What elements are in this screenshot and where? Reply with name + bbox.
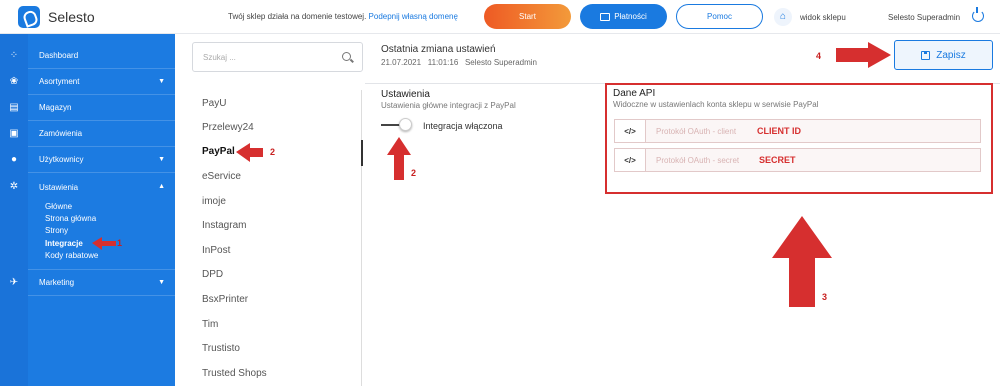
integration-item-imoje[interactable]: imoje	[202, 196, 226, 207]
toggle-knob	[399, 118, 412, 131]
logout-icon[interactable]	[972, 7, 984, 22]
integration-item-dpd[interactable]: DPD	[202, 269, 223, 280]
payments-button[interactable]: Płatności	[580, 4, 667, 29]
sidebar-item-marketing[interactable]: Marketing ▼	[28, 270, 175, 296]
home-icon[interactable]: ⌂	[774, 8, 792, 26]
warehouse-icon[interactable]: ▤	[8, 102, 20, 114]
dashboard-icon[interactable]: ⁘	[8, 50, 20, 62]
chevron-down-icon: ▼	[158, 156, 165, 163]
annotation-arrow-2a	[236, 143, 263, 162]
integration-item-payu[interactable]: PayU	[202, 98, 226, 109]
sidebar-item-settings[interactable]: Ustawienia ▲	[28, 174, 175, 200]
integration-enabled-toggle[interactable]	[381, 118, 412, 131]
test-domain-notice: Twój sklep działa na domenie testowej. P…	[228, 12, 458, 21]
integration-item-paypal[interactable]: PayPal	[202, 146, 235, 157]
users-icon[interactable]: ●	[8, 154, 20, 166]
integration-item-eservice[interactable]: eService	[202, 171, 241, 182]
selesto-logo-icon	[18, 6, 40, 28]
client-id-placeholder: Protokół OAuth - client	[656, 127, 737, 136]
sidebar-item-orders[interactable]: Zamówienia	[28, 121, 175, 147]
integration-item-bsxprinter[interactable]: BsxPrinter	[202, 294, 248, 305]
secret-placeholder: Protokół OAuth - secret	[656, 156, 740, 165]
annotation-arrow-2b	[387, 137, 411, 180]
code-icon: </>	[615, 149, 646, 171]
integration-item-trustisto[interactable]: Trustisto	[202, 343, 240, 354]
sidebar-icon-bar: ⁘ ❀ ▤ ▣ ● ✲ ✈	[0, 34, 28, 386]
annotation-number-3: 3	[822, 292, 828, 302]
annotation-number-2a: 2	[270, 147, 276, 157]
connect-domain-link[interactable]: Podepnij własną domenę	[369, 12, 458, 21]
annotation-number-4: 4	[816, 51, 822, 61]
last-change-date: 21.07.2021	[381, 58, 422, 67]
sidebar-subitem-pages[interactable]: Strony	[45, 226, 68, 235]
sidebar-item-label: Dashboard	[39, 51, 79, 60]
assortment-icon[interactable]: ❀	[8, 76, 20, 88]
integration-item-tim[interactable]: Tim	[202, 319, 218, 330]
list-divider	[361, 90, 362, 386]
active-integration-indicator	[361, 140, 363, 166]
chevron-down-icon: ▼	[158, 78, 165, 85]
sidebar: Dashboard Asortyment ▼ Magazyn Zamówieni…	[28, 34, 175, 386]
marketing-icon[interactable]: ✈	[8, 277, 20, 289]
settings-title: Ustawienia	[381, 89, 430, 100]
orders-icon[interactable]: ▣	[8, 128, 20, 140]
secret-field[interactable]: </> Protokół OAuth - secret	[614, 148, 981, 172]
help-button[interactable]: Pomoc	[676, 4, 763, 29]
search-placeholder: Szukaj ...	[203, 53, 236, 62]
last-change-title: Ostatnia zmiana ustawień	[381, 44, 496, 55]
settings-subtitle: Ustawienia główne integracji z PayPal	[381, 101, 516, 110]
top-bar: Selesto Twój sklep działa na domenie tes…	[0, 0, 1000, 34]
integration-item-inpost[interactable]: InPost	[202, 245, 230, 256]
start-button[interactable]: Start	[484, 4, 571, 29]
card-icon	[600, 12, 611, 21]
user-name: Selesto Superadmin	[888, 13, 961, 22]
save-button[interactable]: Zapisz	[894, 40, 993, 70]
integration-search-input[interactable]: Szukaj ...	[192, 42, 363, 72]
payments-label: Płatności	[614, 12, 647, 21]
last-change-meta: 21.07.2021 11:01:16 Selesto Superadmin	[381, 58, 537, 67]
api-title: Dane API	[613, 88, 656, 99]
integration-item-instagram[interactable]: Instagram	[202, 220, 246, 231]
annotation-arrow-4	[836, 42, 891, 68]
chevron-down-icon: ▼	[158, 279, 165, 286]
sidebar-subitem-main[interactable]: Główne	[45, 202, 72, 211]
view-shop-link[interactable]: widok sklepu	[800, 13, 846, 22]
code-icon: </>	[615, 120, 646, 142]
integration-item-przelewy24[interactable]: Przelewy24	[202, 122, 254, 133]
sidebar-item-assortment[interactable]: Asortyment ▼	[28, 69, 175, 95]
annotation-number-2b: 2	[411, 168, 417, 178]
api-subtitle: Widoczne w ustawienlach konta sklepu w s…	[613, 100, 819, 109]
app-name: Selesto	[48, 9, 95, 25]
chevron-up-icon: ▲	[158, 183, 165, 190]
sidebar-item-label: Marketing	[39, 278, 75, 287]
sidebar-item-label: Magazyn	[39, 103, 72, 112]
settings-icon[interactable]: ✲	[8, 181, 20, 193]
sidebar-item-dashboard[interactable]: Dashboard	[28, 43, 175, 69]
sidebar-item-warehouse[interactable]: Magazyn	[28, 95, 175, 121]
sidebar-item-label: Ustawienia	[39, 182, 79, 192]
sidebar-subitem-discount-codes[interactable]: Kody rabatowe	[45, 251, 98, 260]
sidebar-subitem-integrations[interactable]: Integracje	[45, 239, 83, 248]
toggle-label: Integracja włączona	[423, 121, 503, 131]
annotation-number-1: 1	[117, 238, 123, 248]
sidebar-item-users[interactable]: Użytkownicy ▼	[28, 147, 175, 173]
search-icon[interactable]	[342, 52, 351, 61]
sidebar-item-label: Użytkownicy	[39, 155, 84, 164]
sidebar-item-label: Asortyment	[39, 77, 80, 86]
integration-item-trusted-shops[interactable]: Trusted Shops	[202, 368, 267, 379]
sidebar-item-label: Zamówienia	[39, 129, 83, 138]
last-change-time: 11:01:16	[427, 58, 459, 67]
save-icon	[921, 50, 931, 60]
save-label: Zapisz	[936, 49, 966, 61]
client-id-tag: CLIENT ID	[757, 126, 801, 136]
notice-text: Twój sklep działa na domenie testowej.	[228, 12, 367, 21]
sidebar-subitem-homepage[interactable]: Strona główna	[45, 214, 96, 223]
last-change-user: Selesto Superadmin	[464, 58, 537, 67]
secret-tag: SECRET	[759, 155, 796, 165]
app-logo[interactable]: Selesto	[18, 6, 95, 28]
